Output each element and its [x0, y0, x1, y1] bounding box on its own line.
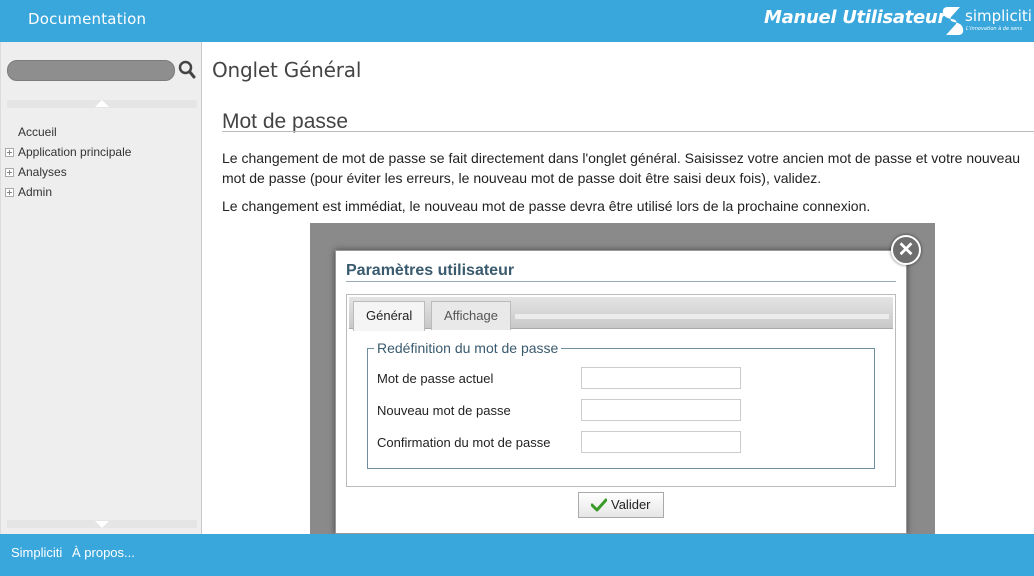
sidebar: Accueil Application principale Analyses … — [0, 42, 202, 534]
expand-plus-icon[interactable] — [5, 188, 14, 197]
tree-scroll-up[interactable] — [7, 100, 197, 108]
tree-item-label: Accueil — [18, 125, 57, 139]
check-icon — [591, 498, 607, 512]
tree-item-analyses[interactable]: Analyses — [5, 164, 131, 184]
chevron-down-icon — [95, 521, 109, 528]
tree-item-application-principale[interactable]: Application principale — [5, 144, 131, 164]
page-title: Onglet Général — [212, 58, 362, 82]
tree-item-label: Analyses — [18, 165, 67, 179]
documentation-title[interactable]: Documentation — [28, 10, 146, 28]
navigation-tree: Accueil Application principale Analyses … — [5, 124, 131, 204]
tab-general[interactable]: Général — [353, 301, 426, 331]
tab-affichage[interactable]: Affichage — [431, 301, 511, 330]
dialog-screenshot: Paramètres utilisateur Général Affichage… — [310, 223, 935, 534]
footer-bar: Simpliciti À propos... — [0, 534, 1034, 576]
confirm-password-field[interactable] — [581, 431, 741, 453]
fieldset-legend: Redéfinition du mot de passe — [374, 340, 562, 356]
dialog-title: Paramètres utilisateur — [346, 262, 515, 279]
paragraph-note: Le changement est immédiat, le nouveau m… — [222, 198, 871, 214]
tree-item-admin[interactable]: Admin — [5, 184, 131, 204]
password-fieldset: Redéfinition du mot de passe Mot de pass… — [367, 340, 875, 469]
new-password-field[interactable] — [581, 399, 741, 421]
simpliciti-logo[interactable]: simpliciti L'innovation à de sens — [940, 5, 1032, 37]
field-row-confirm-password: Confirmation du mot de passe — [377, 431, 867, 453]
logo-tagline: L'innovation à de sens — [966, 26, 1023, 32]
top-header: Documentation Manuel Utilisateur simplic… — [0, 0, 1034, 42]
tree-item-accueil[interactable]: Accueil — [5, 124, 131, 144]
field-row-current-password: Mot de passe actuel — [377, 367, 867, 389]
tab-panel: Général Affichage Redéfinition du mot de… — [346, 294, 896, 487]
tree-item-label: Admin — [18, 185, 53, 199]
main-content: Onglet Général Mot de passe Le changemen… — [203, 42, 1034, 534]
simpliciti-logo-icon — [942, 7, 964, 35]
logo-name: simpliciti — [965, 7, 1032, 25]
dialog-title-divider — [346, 281, 896, 282]
new-password-label: Nouveau mot de passe — [377, 403, 511, 418]
chevron-up-icon — [95, 100, 109, 107]
expand-plus-icon[interactable] — [5, 168, 14, 177]
search-input[interactable] — [7, 60, 175, 81]
user-settings-dialog: Paramètres utilisateur Général Affichage… — [335, 250, 907, 534]
expand-plus-icon[interactable] — [5, 148, 14, 157]
close-icon: ✕ — [897, 239, 915, 261]
validate-button[interactable]: Valider — [578, 492, 664, 518]
manual-title: Manuel Utilisateur — [764, 7, 947, 28]
current-password-field[interactable] — [581, 367, 741, 389]
tree-item-label: Application principale — [18, 145, 132, 159]
confirm-password-label: Confirmation du mot de passe — [377, 435, 551, 450]
paragraph-instructions: Le changement de mot de passe se fait di… — [222, 150, 1021, 186]
dialog-close-button[interactable]: ✕ — [891, 235, 921, 265]
search-icon[interactable] — [178, 60, 196, 80]
current-password-label: Mot de passe actuel — [377, 371, 494, 386]
field-row-new-password: Nouveau mot de passe — [377, 399, 867, 421]
validate-label: Valider — [611, 497, 651, 512]
footer-link-about[interactable]: À propos... — [72, 545, 135, 560]
footer-link-simpliciti[interactable]: Simpliciti — [11, 545, 62, 560]
section-divider — [222, 131, 1034, 132]
tab-bar: Général Affichage — [349, 297, 893, 331]
tree-scroll-down[interactable] — [7, 520, 197, 528]
